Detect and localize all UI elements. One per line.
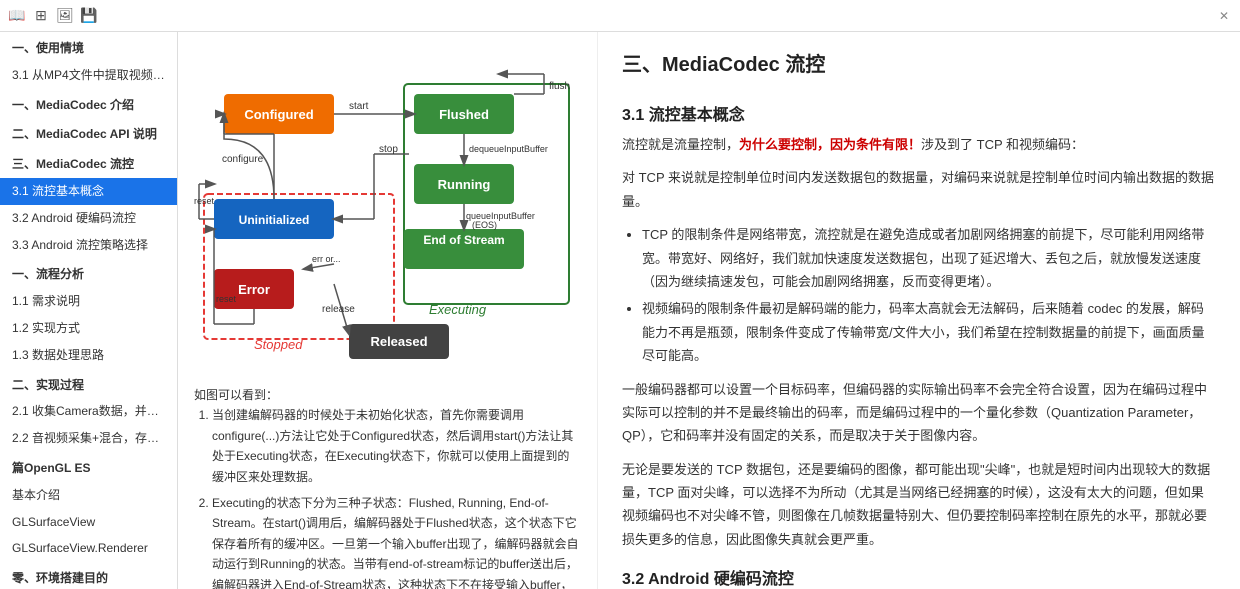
- svg-text:stop: stop: [379, 144, 398, 155]
- section1-para3: 无论是要发送的 TCP 数据包，还是要编码的图像，都可能出现"尖峰"，也就是短时…: [622, 458, 1216, 552]
- svg-text:reset: reset: [194, 196, 215, 206]
- section1-para2: 一般编码器都可以设置一个目标码率，但编码器的实际输出码率不会完全符合设置，因为在…: [622, 378, 1216, 448]
- sidebar-item-s7[interactable]: 3.3 Android 流控策略选择: [0, 232, 177, 259]
- sidebar-item-s1[interactable]: 3.1 从MP4文件中提取视频并生成新的...: [0, 62, 177, 89]
- section1-intro: 流控就是流量控制，为什么要控制，因为条件有限！涉及到了 TCP 和视频编码：: [622, 133, 1216, 156]
- save-icon[interactable]: 💾: [80, 7, 98, 25]
- svg-text:Error: Error: [238, 282, 270, 297]
- sidebar-item-s19[interactable]: 零、环境搭建目的: [0, 562, 177, 589]
- section2-title: 3.2 Android 硬编码流控: [622, 565, 1216, 589]
- main-title: 三、MediaCodec 流控: [622, 48, 1216, 85]
- desc-item-2: Executing的状态下分为三种子状态：Flushed, Running, E…: [212, 493, 581, 589]
- desc-item-1: 当创建编解码器的时候处于未初始化状态，首先你需要调用configure(...)…: [212, 405, 581, 487]
- table-icon[interactable]: ⊞: [32, 7, 50, 25]
- svg-text:Stopped: Stopped: [254, 337, 303, 352]
- sidebar-item-s5[interactable]: 3.1 流控基本概念: [0, 178, 177, 205]
- section1-bullets: TCP 的限制条件是网络带宽，流控就是在避免造成或者加剧网络拥塞的前提下，尽可能…: [622, 223, 1216, 367]
- svg-text:configure: configure: [222, 154, 264, 165]
- state-diagram: Stopped Executing Configured Flushed Run…: [194, 44, 574, 374]
- bullet-2: 视频编码的限制条件最初是解码端的能力，码率太高就会无法解码，后来随着 codec…: [642, 297, 1216, 367]
- tcp-intro: 对 TCP 来说就是控制单位时间内发送数据包的数据量，对编码来说就是控制单位时间…: [622, 166, 1216, 213]
- book-icon[interactable]: 📖: [8, 7, 26, 25]
- svg-text:(EOS): (EOS): [472, 220, 497, 230]
- sidebar-item-s4[interactable]: 三、MediaCodec 流控: [0, 148, 177, 178]
- sidebar-item-s10[interactable]: 1.2 实现方式: [0, 315, 177, 342]
- sidebar-item-s6[interactable]: 3.2 Android 硬编码流控: [0, 205, 177, 232]
- desc-intro: 如图可以看到：: [194, 385, 581, 405]
- desc-list: 当创建编解码器的时候处于未初始化状态，首先你需要调用configure(...)…: [194, 405, 581, 589]
- svg-text:Released: Released: [370, 334, 427, 349]
- sidebar-item-s2[interactable]: 一、MediaCodec 介绍: [0, 89, 177, 119]
- sidebar-item-s11[interactable]: 1.3 数据处理思路: [0, 342, 177, 369]
- svg-text:start: start: [349, 101, 369, 112]
- sidebar-item-s13[interactable]: 2.1 收集Camera数据，并转码为H264...: [0, 398, 177, 425]
- sidebar-item-s16[interactable]: 基本介绍: [0, 482, 177, 509]
- svg-text:Flushed: Flushed: [439, 107, 489, 122]
- sidebar-item-s18[interactable]: GLSurfaceView.Renderer: [0, 535, 177, 562]
- diagram-panel: Stopped Executing Configured Flushed Run…: [178, 32, 598, 589]
- image-icon[interactable]: 🖼: [56, 7, 74, 25]
- svg-text:End of Stream: End of Stream: [423, 233, 504, 247]
- svg-text:reset: reset: [216, 294, 237, 304]
- section1-title: 3.1 流控基本概念: [622, 101, 1216, 125]
- svg-text:release: release: [322, 304, 355, 315]
- sidebar-item-s14[interactable]: 2.2 音视频采集+混合，存储到文件: [0, 425, 177, 452]
- sidebar-item-s9[interactable]: 1.1 需求说明: [0, 288, 177, 315]
- sidebar-item-s0[interactable]: 一、使用情境: [0, 32, 177, 62]
- sidebar: 一、使用情境 3.1 从MP4文件中提取视频并生成新的... 一、MediaCo…: [0, 32, 178, 589]
- sidebar-item-s17[interactable]: GLSurfaceView: [0, 509, 177, 536]
- svg-text:Configured: Configured: [244, 107, 313, 122]
- bullet-1: TCP 的限制条件是网络带宽，流控就是在避免造成或者加剧网络拥塞的前提下，尽可能…: [642, 223, 1216, 293]
- main-layout: 一、使用情境 3.1 从MP4文件中提取视频并生成新的... 一、MediaCo…: [0, 32, 1240, 589]
- content-area: Stopped Executing Configured Flushed Run…: [178, 32, 1240, 589]
- sidebar-item-s3[interactable]: 二、MediaCodec API 说明: [0, 118, 177, 148]
- app-window: 📖 ⊞ 🖼 💾 ✕ 一、使用情境 3.1 从MP4文件中提取视频并生成新的...…: [0, 0, 1240, 589]
- sidebar-item-s12[interactable]: 二、实现过程: [0, 369, 177, 399]
- svg-text:dequeueInputBuffer: dequeueInputBuffer: [469, 144, 548, 154]
- sidebar-item-s8[interactable]: 一、流程分析: [0, 258, 177, 288]
- svg-text:Running: Running: [438, 177, 491, 192]
- close-button[interactable]: ✕: [1216, 8, 1232, 24]
- text-panel: 三、MediaCodec 流控 3.1 流控基本概念 流控就是流量控制，为什么要…: [598, 32, 1240, 589]
- svg-text:Uninitialized: Uninitialized: [239, 213, 310, 227]
- toolbar: 📖 ⊞ 🖼 💾 ✕: [0, 0, 1240, 32]
- description-text: 如图可以看到： 当创建编解码器的时候处于未初始化状态，首先你需要调用config…: [194, 385, 581, 589]
- svg-text:Executing: Executing: [429, 302, 487, 317]
- svg-text:err or...: err or...: [312, 254, 341, 264]
- svg-text:flush: flush: [549, 81, 570, 92]
- sidebar-item-s15[interactable]: 篇OpenGL ES: [0, 452, 177, 482]
